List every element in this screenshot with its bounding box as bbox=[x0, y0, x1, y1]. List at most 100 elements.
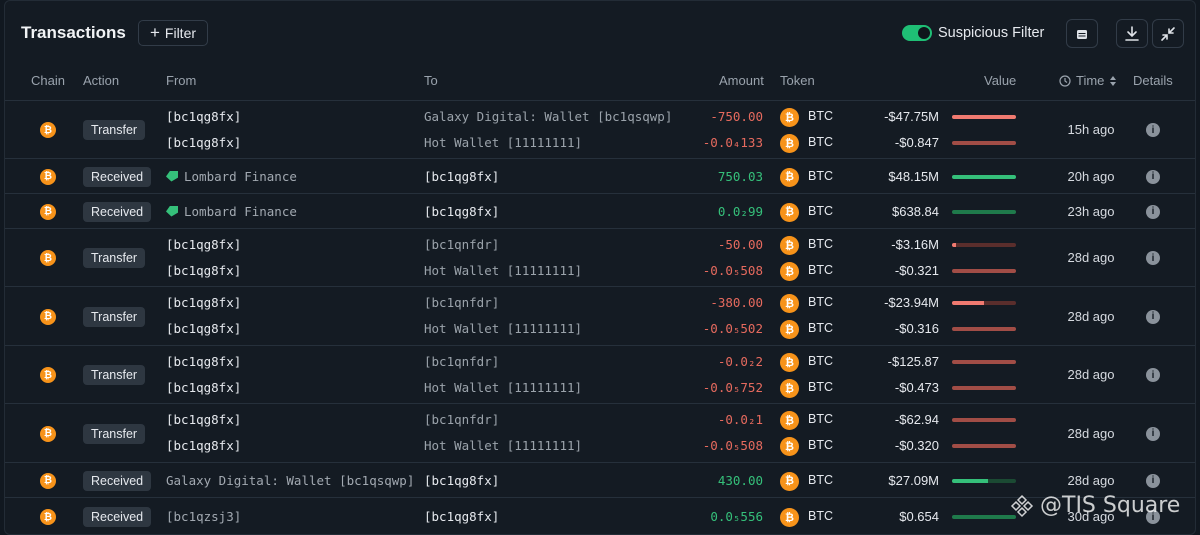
to-address[interactable]: [bc1qg8fx] bbox=[424, 473, 499, 488]
chain-bitcoin-icon: ₿ bbox=[40, 308, 56, 325]
token-symbol: BTC bbox=[808, 109, 833, 123]
value-bar-fill bbox=[952, 209, 1016, 214]
info-icon[interactable]: i bbox=[1146, 123, 1160, 137]
clock-icon bbox=[1059, 74, 1071, 87]
from-address[interactable]: Lombard Finance bbox=[166, 169, 297, 184]
time-ago: 28d ago bbox=[1067, 425, 1115, 441]
from-address[interactable]: Lombard Finance bbox=[166, 204, 297, 219]
from-address[interactable]: [bc1qg8fx] bbox=[166, 438, 241, 453]
table-row[interactable]: ₿ Received Galaxy Digital: Wallet [bc1qsqw… bbox=[5, 462, 1195, 497]
sort-icon bbox=[1110, 75, 1117, 86]
col-amount: Amount bbox=[719, 73, 764, 88]
amount-value: -0.0₅508 bbox=[702, 438, 763, 453]
from-address[interactable]: [bc1qg8fx] bbox=[166, 135, 241, 150]
calendar-icon bbox=[1077, 29, 1087, 39]
info-icon[interactable]: i bbox=[1146, 251, 1160, 265]
info-icon[interactable]: i bbox=[1146, 368, 1160, 382]
to-address[interactable]: [bc1qnfdr] bbox=[424, 412, 499, 427]
collapse-button[interactable] bbox=[1152, 19, 1184, 48]
to-address[interactable]: [bc1qg8fx] bbox=[424, 169, 499, 184]
usd-value: $48.15M bbox=[888, 168, 939, 184]
from-address[interactable]: [bc1qg8fx] bbox=[166, 295, 241, 310]
from-address[interactable]: [bc1qg8fx] bbox=[166, 412, 241, 427]
table-row[interactable]: ₿ Transfer [bc1qg8fx] [bc1qnfdr] -50.00 ₿ BTC -… bbox=[5, 228, 1195, 286]
table-row[interactable]: ₿ Transfer [bc1qg8fx] Galaxy Digital: Walle… bbox=[5, 100, 1195, 158]
to-address[interactable]: Galaxy Digital: Wallet [bc1qsqwp] bbox=[424, 109, 672, 124]
from-address[interactable]: [bc1qg8fx] bbox=[166, 109, 241, 124]
to-address[interactable]: [bc1qnfdr] bbox=[424, 354, 499, 369]
amount-value: -0.0₅752 bbox=[702, 380, 763, 395]
from-address[interactable]: [bc1qg8fx] bbox=[166, 321, 241, 336]
to-address[interactable]: Hot Wallet [11111111] bbox=[424, 438, 582, 453]
info-icon[interactable]: i bbox=[1146, 169, 1160, 184]
usd-value: $0.654 bbox=[899, 509, 939, 524]
to-address[interactable]: [bc1qnfdr] bbox=[424, 237, 499, 252]
chain-bitcoin-icon: ₿ bbox=[40, 250, 56, 266]
from-label: Lombard Finance bbox=[184, 168, 297, 184]
info-icon[interactable]: i bbox=[1146, 426, 1160, 441]
from-address[interactable]: [bc1qg8fx] bbox=[166, 354, 241, 369]
amount-value: 0.0₅556 bbox=[710, 509, 763, 524]
value-bar bbox=[952, 478, 1016, 483]
usd-value: -$3.16M bbox=[891, 237, 939, 252]
time-ago: 28d ago bbox=[1067, 472, 1115, 488]
action-badge: Transfer bbox=[83, 306, 146, 327]
from-address[interactable]: Galaxy Digital: Wallet [bc1qsqwp] bbox=[166, 473, 414, 488]
value-bar-fill bbox=[952, 243, 957, 247]
table-row[interactable]: ₿ Received Lombard Finance [bc1qg8fx] 750.03… bbox=[5, 158, 1195, 193]
token-bitcoin-icon: ₿ bbox=[780, 411, 799, 430]
chain-bitcoin-icon: ₿ bbox=[40, 168, 56, 185]
to-address[interactable]: [bc1qg8fx] bbox=[424, 204, 499, 219]
toggle-knob bbox=[918, 27, 930, 39]
token-bitcoin-icon: ₿ bbox=[780, 167, 799, 187]
to-address[interactable]: Hot Wallet [11111111] bbox=[424, 135, 582, 150]
from-address[interactable]: [bc1qg8fx] bbox=[166, 263, 241, 278]
download-button[interactable] bbox=[1116, 19, 1148, 48]
table-row[interactable]: ₿ Transfer [bc1qg8fx] [bc1qnfdr] -0.0₂1 ₿ BTC -… bbox=[5, 403, 1195, 462]
info-icon[interactable]: i bbox=[1146, 204, 1160, 219]
to-address[interactable]: [bc1qnfdr] bbox=[424, 295, 499, 310]
suspicious-filter-toggle[interactable] bbox=[902, 25, 932, 41]
token-symbol: BTC bbox=[808, 135, 833, 149]
to-address[interactable]: Hot Wallet [11111111] bbox=[424, 263, 582, 278]
amount-value: -0.0₅508 bbox=[702, 263, 763, 278]
token-bitcoin-icon: ₿ bbox=[780, 108, 799, 127]
tag-icon bbox=[166, 170, 178, 182]
time-ago: 28d ago bbox=[1067, 308, 1115, 324]
value-bar-fill bbox=[952, 141, 1016, 145]
value-bar-fill bbox=[952, 360, 1016, 364]
table-row[interactable]: ₿ Transfer [bc1qg8fx] [bc1qnfdr] -0.0₂2 ₿ BTC -… bbox=[5, 345, 1195, 403]
token-bitcoin-icon: ₿ bbox=[780, 353, 799, 372]
time-ago: 20h ago bbox=[1067, 168, 1115, 184]
token-symbol: BTC bbox=[808, 168, 833, 183]
usd-value: -$0.847 bbox=[894, 135, 939, 150]
col-details: Details bbox=[1133, 73, 1173, 88]
value-bar bbox=[952, 243, 1016, 247]
info-icon[interactable]: i bbox=[1146, 473, 1160, 488]
table-row[interactable]: ₿ Transfer [bc1qg8fx] [bc1qnfdr] -380.00 ₿ BTC… bbox=[5, 286, 1195, 345]
col-time-sort[interactable]: Time bbox=[1059, 73, 1117, 88]
time-ago: 23h ago bbox=[1067, 203, 1115, 219]
to-address[interactable]: Hot Wallet [11111111] bbox=[424, 321, 582, 336]
chain-bitcoin-icon: ₿ bbox=[40, 425, 56, 442]
value-bar-fill bbox=[952, 301, 984, 305]
from-address[interactable]: [bc1qzsj3] bbox=[166, 509, 241, 524]
to-address[interactable]: [bc1qg8fx] bbox=[424, 509, 499, 524]
time-ago: 28d ago bbox=[1067, 367, 1115, 382]
from-label: Lombard Finance bbox=[184, 203, 297, 219]
add-filter-button[interactable]: + Filter bbox=[138, 20, 208, 46]
token-symbol: BTC bbox=[808, 263, 833, 277]
time-ago: 28d ago bbox=[1067, 250, 1115, 265]
info-icon[interactable]: i bbox=[1146, 309, 1160, 324]
value-bar bbox=[952, 141, 1016, 145]
token-bitcoin-icon: ₿ bbox=[780, 294, 799, 313]
watermark-logo-icon bbox=[1010, 494, 1034, 517]
col-action: Action bbox=[83, 73, 120, 88]
token-symbol: BTC bbox=[808, 412, 833, 426]
from-address[interactable]: [bc1qg8fx] bbox=[166, 380, 241, 395]
calendar-button[interactable] bbox=[1066, 19, 1098, 48]
table-row[interactable]: ₿ Received Lombard Finance [bc1qg8fx] 0.0₂99… bbox=[5, 193, 1195, 228]
from-address[interactable]: [bc1qg8fx] bbox=[166, 237, 241, 252]
to-address[interactable]: Hot Wallet [11111111] bbox=[424, 380, 582, 395]
action-badge: Transfer bbox=[83, 248, 146, 268]
